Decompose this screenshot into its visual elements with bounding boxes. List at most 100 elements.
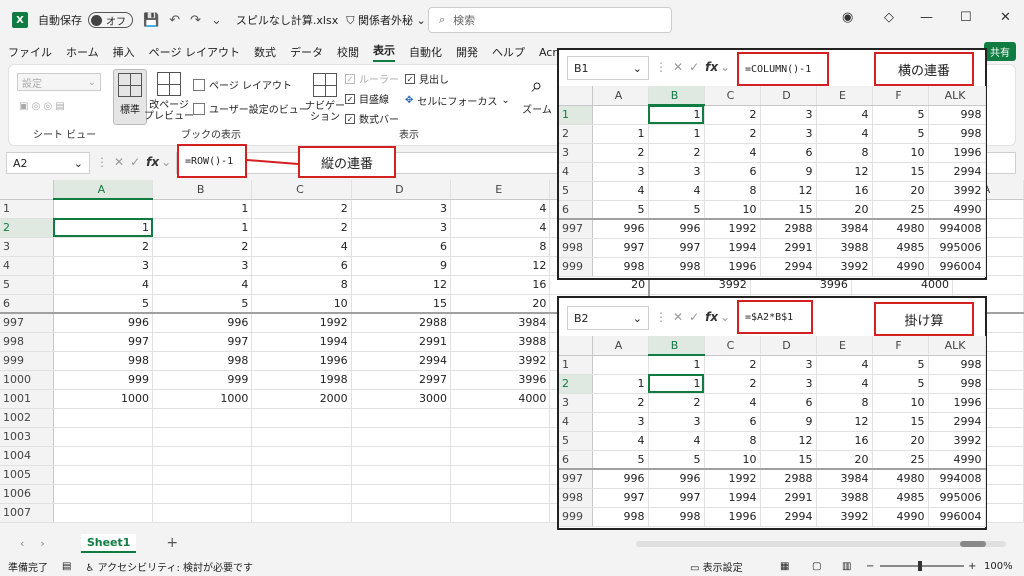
cell[interactable]: 3 — [53, 256, 154, 276]
cell[interactable]: 3 — [760, 105, 817, 125]
cell[interactable] — [152, 503, 253, 523]
redo-icon[interactable]: ↷ — [190, 13, 201, 28]
fx-icon[interactable]: fx — [705, 60, 718, 74]
row-header[interactable]: 4 — [0, 256, 54, 276]
cell[interactable]: 5 — [152, 294, 253, 314]
cell[interactable]: 4 — [450, 218, 551, 238]
fx-icon[interactable]: fx — [705, 310, 718, 324]
cell[interactable]: 995006 — [928, 238, 986, 258]
menu-tab-4[interactable]: 数式 — [254, 44, 276, 60]
cell[interactable] — [53, 465, 154, 485]
page-break-view-icon[interactable]: ▥ — [842, 561, 851, 572]
enter-check-icon[interactable]: ✓ — [130, 155, 140, 169]
custom-view-button[interactable]: ユーザー設定のビュー — [193, 101, 309, 116]
cell[interactable]: 8 — [450, 237, 551, 257]
zoom-slider-thumb[interactable] — [918, 561, 922, 571]
main-formula-text[interactable]: =ROW()-1 — [177, 144, 247, 178]
cell[interactable]: 2 — [704, 355, 761, 375]
column-header[interactable]: F — [872, 86, 929, 106]
normal-view-button[interactable]: 標準 — [113, 69, 147, 125]
cell[interactable]: 6 — [704, 412, 761, 432]
row-header[interactable]: 999 — [0, 351, 54, 371]
row-header[interactable]: 2 — [559, 374, 593, 394]
cell[interactable]: 1998 — [251, 370, 352, 390]
panel-top-grid[interactable]: A B C D E F ALK 1 1 2 3 4 5 998 2 1 1 2 3 4 5 998 3 2 2 4 6 8 10 1996… — [559, 86, 986, 277]
cell[interactable]: 1996 — [928, 143, 986, 163]
horizontal-scroll-thumb[interactable] — [960, 541, 986, 547]
cell[interactable]: 4000 — [450, 389, 551, 409]
cell[interactable]: 1992 — [704, 469, 761, 489]
cell[interactable]: 996 — [53, 313, 154, 333]
cell[interactable]: 20 — [816, 450, 873, 470]
headings-checkbox[interactable]: ✓ 見出し — [405, 71, 449, 86]
cell[interactable]: 2991 — [760, 238, 817, 258]
cell[interactable]: 4 — [704, 393, 761, 413]
cell[interactable]: 3 — [351, 218, 452, 238]
cell[interactable]: 5 — [872, 124, 929, 144]
cell[interactable]: 2 — [704, 105, 761, 125]
ruler-checkbox[interactable]: ✓ ルーラー — [345, 71, 399, 86]
cell[interactable]: 1992 — [704, 219, 761, 239]
cell[interactable]: 12 — [450, 256, 551, 276]
cell[interactable]: 4 — [450, 199, 551, 219]
row-header[interactable]: 998 — [0, 332, 54, 352]
row-header[interactable]: 5 — [559, 431, 593, 451]
cell[interactable] — [351, 465, 452, 485]
row-header[interactable]: 4 — [559, 162, 593, 182]
cell[interactable]: 4 — [648, 181, 705, 201]
cell[interactable] — [53, 484, 154, 504]
column-header[interactable]: E — [816, 86, 873, 106]
row-header[interactable]: 5 — [0, 275, 54, 295]
cell[interactable]: 1 — [152, 218, 253, 238]
customize-toolbar-icon[interactable]: ⌄ — [211, 13, 222, 28]
cell[interactable] — [251, 408, 352, 428]
cell[interactable]: 1 — [592, 374, 649, 394]
cell[interactable]: 1992 — [251, 313, 352, 333]
cell[interactable]: 9 — [351, 256, 452, 276]
cell[interactable]: 2994 — [928, 412, 986, 432]
cell[interactable]: 3988 — [816, 238, 873, 258]
cell[interactable]: 999 — [152, 370, 253, 390]
column-header[interactable]: D — [760, 336, 817, 356]
select-all-corner[interactable] — [559, 336, 593, 356]
row-header[interactable]: 2 — [0, 218, 54, 238]
cell[interactable]: 3 — [760, 355, 817, 375]
cell[interactable]: 3 — [592, 412, 649, 432]
cell[interactable]: 998 — [152, 351, 253, 371]
cell[interactable]: 6 — [704, 162, 761, 182]
cell[interactable] — [251, 427, 352, 447]
row-header[interactable]: 3 — [0, 237, 54, 257]
cell[interactable]: 20 — [816, 200, 873, 220]
cell[interactable]: 1 — [152, 199, 253, 219]
cell[interactable]: 996 — [152, 313, 253, 333]
cell[interactable]: 4 — [592, 431, 649, 451]
cell[interactable]: 8 — [816, 393, 873, 413]
column-header[interactable]: C — [704, 336, 761, 356]
cell[interactable]: 4985 — [872, 238, 929, 258]
cell[interactable]: 10 — [872, 143, 929, 163]
cancel-icon[interactable]: ✕ — [673, 310, 683, 324]
cell[interactable]: 8 — [704, 181, 761, 201]
zoom-out-icon[interactable]: − — [866, 561, 874, 572]
undo-icon[interactable]: ↶ — [169, 13, 180, 28]
cell[interactable]: 15 — [760, 450, 817, 470]
row-header[interactable]: 1003 — [0, 427, 54, 447]
cell[interactable]: 2000 — [251, 389, 352, 409]
page-layout-button[interactable]: ページ レイアウト — [193, 77, 292, 92]
cell[interactable]: 16 — [816, 431, 873, 451]
row-header[interactable]: 999 — [559, 507, 593, 527]
row-header[interactable]: 997 — [0, 313, 54, 333]
cell[interactable]: 4 — [251, 237, 352, 257]
row-header[interactable]: 6 — [0, 294, 54, 314]
cell[interactable]: 3992 — [928, 181, 986, 201]
cell[interactable]: 5 — [872, 374, 929, 394]
cell[interactable]: 1 — [53, 218, 154, 238]
cell[interactable]: 4 — [816, 374, 873, 394]
cell[interactable]: 994008 — [928, 219, 986, 239]
row-header[interactable]: 5 — [559, 181, 593, 201]
column-header[interactable]: ALK — [928, 86, 986, 106]
cancel-icon[interactable]: ✕ — [673, 60, 683, 74]
focus-cell-button[interactable]: ✥ セルにフォーカス ⌄ — [405, 93, 510, 108]
cell[interactable]: 6 — [760, 143, 817, 163]
cell[interactable]: 4 — [816, 355, 873, 375]
